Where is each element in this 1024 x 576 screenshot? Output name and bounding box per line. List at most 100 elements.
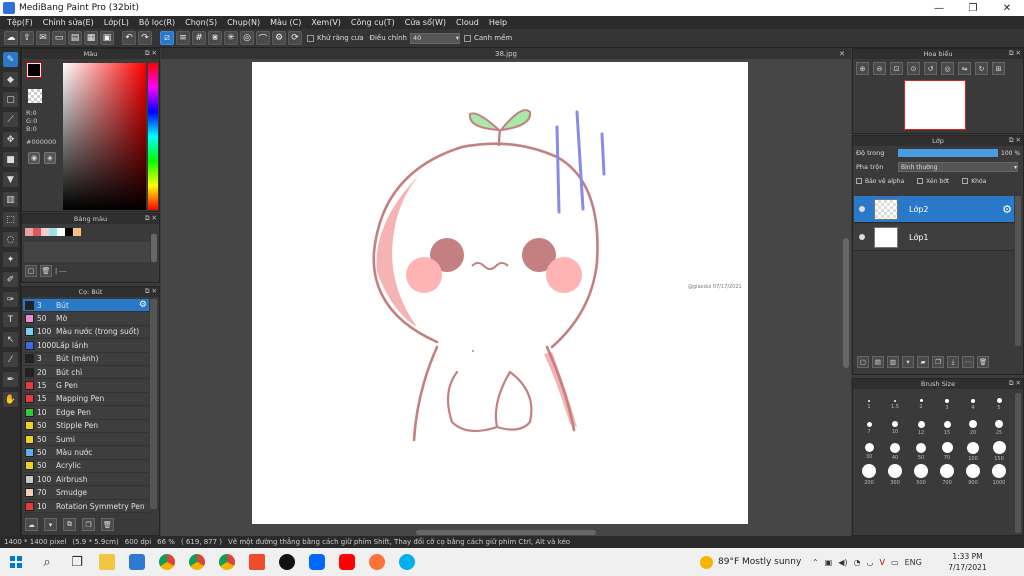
brush-scrollbar[interactable] [150,299,157,509]
menu-file[interactable]: Tệp(F) [2,18,38,27]
panel-close-icon[interactable]: ⧉ ✕ [145,49,157,58]
brush-item[interactable]: 100 Airbrush [23,473,149,487]
saturation-value-picker[interactable] [63,63,146,210]
operation-tool-icon[interactable]: ↖ [3,332,18,347]
store-icon[interactable] [122,548,152,576]
snap-settings-icon[interactable]: ⚙ [272,31,286,45]
palette-scrollbar[interactable] [151,234,157,262]
brush-size-option[interactable]: 12 [908,417,934,441]
panel-close-icon[interactable]: ⧉ ✕ [145,287,157,296]
language-indicator[interactable]: ENG [905,558,922,567]
brush-item[interactable]: 15 Mapping Pen [23,392,149,407]
panel-close-icon[interactable]: ⧉ ✕ [1009,49,1021,58]
snap-off-icon[interactable]: ⧄ [160,31,174,45]
antivirus-icon[interactable]: V [880,558,885,567]
brush-item[interactable]: 3 Bút ⚙ [23,299,149,313]
flip-icon[interactable]: ⇋ [958,62,971,75]
snap-parallel-icon[interactable]: ≡ [176,31,190,45]
select-pen-icon[interactable]: ✐ [3,272,18,287]
task-view-icon[interactable]: ❐ [62,548,92,576]
brush-size-option[interactable]: 200 [856,464,882,488]
start-button[interactable] [0,548,32,576]
volume-icon[interactable]: ◀) [838,558,847,567]
zoom-out-icon[interactable]: ⊖ [873,62,886,75]
brush-size-option[interactable]: 150 [986,440,1012,464]
lasso-tool-icon[interactable]: ◌ [3,232,18,247]
brush-item[interactable]: 10 Rotation Symmetry Pen [23,499,149,514]
drawing-canvas[interactable]: @glaxdui 07/17/2021 [252,62,748,524]
file-explorer-icon[interactable] [92,548,122,576]
upload-icon[interactable]: ⇪ [20,31,34,45]
brush-size-option[interactable]: 100 [960,440,986,464]
shopee-icon[interactable] [242,548,272,576]
brush-size-option[interactable]: 10 [882,417,908,441]
clip-checkbox[interactable] [917,178,924,184]
duplicate-layer-icon[interactable]: ❐ [932,356,944,368]
minimize-button[interactable]: — [922,0,956,16]
redo-icon[interactable]: ↷ [138,31,152,45]
color-mode-2-icon[interactable]: ◈ [44,152,56,164]
lock-view-icon[interactable]: ⊞ [992,62,1005,75]
select-eraser-icon[interactable]: ✑ [3,292,18,307]
canvas-vertical-scrollbar[interactable] [843,238,849,368]
brush-item[interactable]: 50 Acrylic [23,459,149,474]
page-icon[interactable]: ▤ [68,31,82,45]
layer-item-layer2[interactable]: Lớp2 ⚙ [854,196,1014,223]
palette-swatch[interactable] [57,228,65,236]
chrome-alt-icon[interactable] [212,548,242,576]
lock-checkbox[interactable] [962,178,969,184]
brush-size-option[interactable]: 25 [986,417,1012,441]
brush-item[interactable]: 3 Bút (mảnh) [23,352,149,366]
brush-size-option[interactable]: 5 [986,393,1012,417]
youtube-icon[interactable] [332,548,362,576]
snap-vanish-icon[interactable]: ⋇ [208,31,222,45]
bucket-tool-icon[interactable]: ▼ [3,172,18,187]
layer-item-layer1[interactable]: Lớp1 [854,224,1014,251]
gear-icon[interactable]: ⚙ [1002,203,1012,216]
navigator-thumbnail[interactable] [904,80,966,130]
gradient-tool-icon[interactable]: ▥ [3,192,18,207]
brush-size-option[interactable]: 2 [908,393,934,417]
brush-size-option[interactable]: 7 [856,417,882,441]
adjust-select[interactable]: 40 ▾ [410,32,460,44]
menu-window[interactable]: Cửa sổ(W) [400,18,451,27]
brush-size-scrollbar[interactable] [1015,393,1021,533]
cloud-brush-icon[interactable]: ☁ [25,518,38,531]
new-halftone-layer-icon[interactable]: ▤ [872,356,884,368]
new-1bit-layer-icon[interactable]: ▥ [887,356,899,368]
brush-size-option[interactable]: 30 [856,440,882,464]
tray-misc-icon[interactable]: ▭ [891,558,899,567]
new-layer-icon[interactable]: ▢ [857,356,869,368]
brush-size-option[interactable]: 3 [934,393,960,417]
menu-layer[interactable]: Lớp(L) [99,18,134,27]
delete-brush-icon[interactable]: 🗑 [101,518,114,531]
weather-widget[interactable]: 89°F Mostly sunny [700,548,801,576]
menu-filter[interactable]: Bộ lọc(R) [134,18,180,27]
firefox-icon[interactable] [362,548,392,576]
menu-view[interactable]: Xem(V) [306,18,346,27]
doc-icon[interactable]: ▣ [100,31,114,45]
delete-layer-icon[interactable]: 🗑 [977,356,989,368]
tray-app-icon[interactable]: ▣ [825,558,833,567]
canvas-horizontal-scrollbar[interactable] [416,530,596,535]
smooth-checkbox[interactable] [464,34,471,42]
palette-swatch[interactable] [65,228,73,236]
add-layer-menu-icon[interactable]: ▾ [902,356,914,368]
cloud-icon[interactable]: ☁ [4,31,18,45]
menu-edit[interactable]: Chỉnh sửa(E) [38,18,99,27]
palette-swatch[interactable] [33,228,41,236]
maximize-button[interactable]: ❐ [956,0,990,16]
eraser-tool-icon[interactable]: ◆ [3,72,18,87]
brush-item[interactable]: 100 Màu nước (trong suốt) [23,325,149,340]
brush-size-option[interactable]: 4 [960,393,986,417]
brush-item[interactable]: 1000 Lấp lánh [23,339,149,353]
brush-size-option[interactable]: 15 [934,417,960,441]
layout-icon[interactable]: ▦ [84,31,98,45]
gear-icon[interactable]: ⚙ [139,300,147,310]
snap-circle-icon[interactable]: ◎ [240,31,254,45]
brush-tool-icon[interactable]: ✎ [3,52,18,67]
brush-size-option[interactable]: 1 [856,393,882,417]
zoom-actual-icon[interactable]: ⊙ [907,62,920,75]
snap-cross-icon[interactable]: # [192,31,206,45]
brush-size-option[interactable]: 70 [934,440,960,464]
